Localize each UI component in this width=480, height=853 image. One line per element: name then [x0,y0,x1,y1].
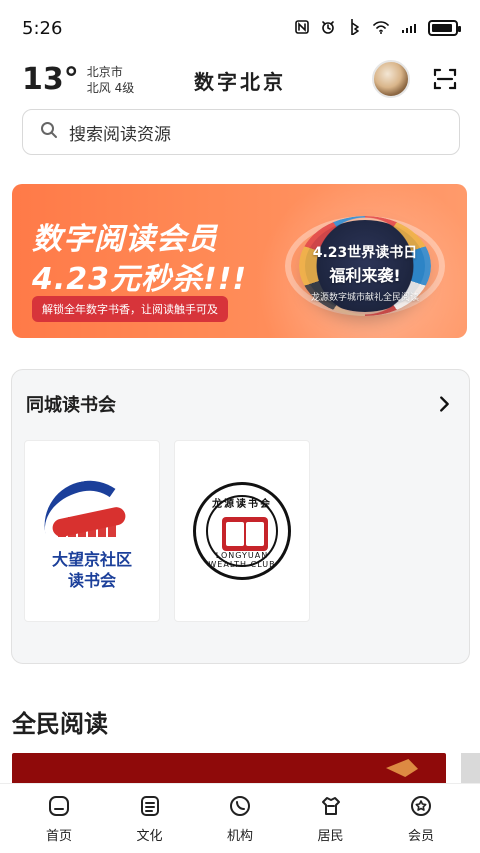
club-tile-2-bottom-text: LONGYUAN WEALTH CLUB [208,551,276,569]
scan-button[interactable] [432,66,458,92]
status-time: 5:26 [22,17,63,39]
nav-residents[interactable]: 居民 [298,784,364,853]
club-tile-1-subtitle: 读书会 [67,571,116,590]
banner-badge-line1: 4.23世界读书日 [312,245,418,261]
club-header[interactable]: 同城读书会 [26,390,455,418]
home-icon [49,796,69,816]
club-logo-2: 龙源读书会 LONGYUAN WEALTH CLUB [193,482,291,580]
shirt-icon [321,797,340,815]
search-placeholder: 搜索阅读资源 [69,124,171,145]
bottom-navigation: 首页 文化 机构 居民 会员 [0,783,480,853]
search-bar[interactable]: 搜索阅读资源 [22,109,460,155]
nav-organization[interactable]: 机构 [207,784,273,853]
banner-badge-line2: 福利来袭! [329,266,401,285]
home-header: 13° 北京市 北风 4级 数字北京 [0,56,480,104]
banner-tagline: 解锁全年数字书香，让阅读触手可及 [32,296,228,322]
nav-home-label: 首页 [45,829,72,844]
nav-culture[interactable]: 文化 [117,784,183,853]
nav-member[interactable]: 会员 [388,784,454,853]
banner-title: 数字阅读会员 [32,222,218,257]
section-title: 全民阅读 [12,710,108,738]
banner-badge-line3: 龙源数字城市献礼全民阅读 [310,293,419,303]
banner-subtitle: 4.23元秒杀!!! [32,262,248,297]
search-icon [39,120,59,145]
nav-member-label: 会员 [407,829,434,844]
banner-book-sphere: 4.23世界读书日 福利来袭! 龙源数字城市献礼全民阅读 [285,208,445,324]
logo-city [58,515,128,537]
club-logo-1: 大望京社区 读书会 [32,471,152,591]
club-tile-2-top-text: 龙源读书会 [212,499,272,510]
bluetooth-icon [346,18,362,38]
chevron-right-icon [440,396,449,412]
club-tile-2[interactable]: 龙源读书会 LONGYUAN WEALTH CLUB [174,440,310,622]
book-icon [222,517,268,551]
nav-home[interactable]: 首页 [26,784,92,853]
status-icons [294,18,461,38]
alarm-icon [320,19,336,38]
document-icon [140,796,159,816]
feed-decoration [386,759,418,777]
nav-organization-label: 机构 [226,829,253,844]
club-tile-1[interactable]: 大望京社区 读书会 [24,440,160,622]
status-bar: 5:26 [0,0,480,56]
user-avatar[interactable] [372,60,410,98]
signal-icon [400,19,418,38]
phone-icon [230,796,250,816]
feed-next-card[interactable] [461,753,480,783]
feed-banner[interactable] [12,753,446,783]
battery-icon [428,20,461,36]
member-icon [411,796,431,816]
wifi-icon [372,19,390,38]
promo-banner[interactable]: 数字阅读会员 4.23元秒杀!!! 解锁全年数字书香，让阅读触手可及 4.23世… [12,184,467,338]
nav-culture-label: 文化 [136,829,163,844]
nfc-icon [294,19,310,38]
club-card: 同城读书会 大望京社区 读书会 龙源读书会 LONGYUAN WEALTH CL… [11,369,470,664]
nav-residents-label: 居民 [317,829,344,844]
scan-icon [433,68,457,90]
club-title: 同城读书会 [26,395,116,416]
